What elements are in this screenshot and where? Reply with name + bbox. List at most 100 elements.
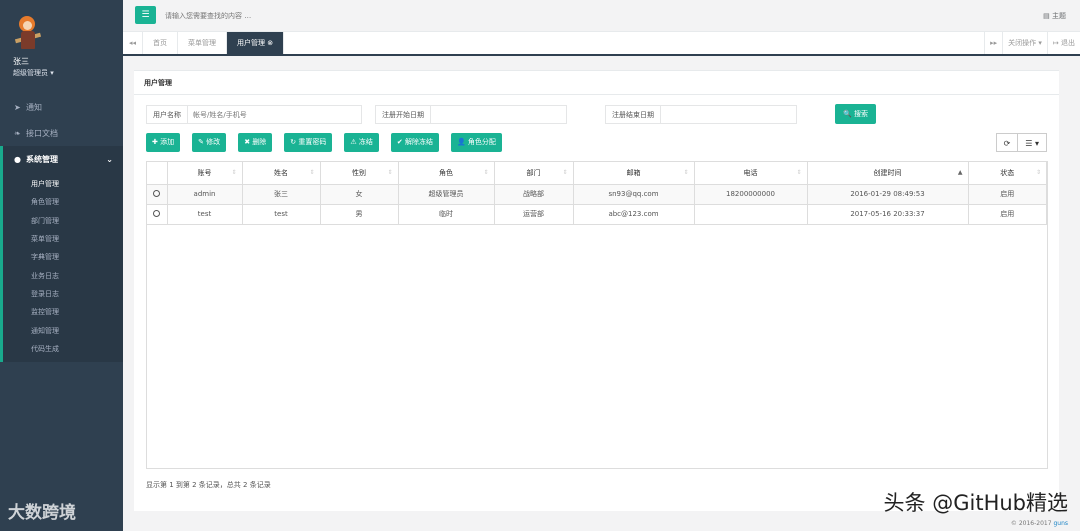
assign-role-button[interactable]: 👤 角色分配 <box>450 133 502 152</box>
pagination-info: 显示第 1 到第 2 条记录，总共 2 条记录 <box>146 481 271 489</box>
sidebar-subitem-user[interactable]: 用户管理 <box>3 175 123 193</box>
sidebar-subitem-login-log[interactable]: 登录日志 <box>3 285 123 303</box>
cell-name: 张三 <box>242 184 321 205</box>
cell-dept: 战略部 <box>494 184 574 205</box>
cell-status: 启用 <box>968 204 1047 225</box>
sort-icon: ⇕ <box>309 169 315 176</box>
watermark-left: 大数跨境 <box>8 503 76 523</box>
row-radio[interactable] <box>153 189 161 197</box>
refresh-icon[interactable]: ⟳ <box>995 133 1019 152</box>
cell-email: sn93@qq.com <box>573 184 695 205</box>
global-search-input[interactable] <box>165 8 465 24</box>
action-toolbar: ✚ 添加 ✎ 修改 ✖ 删除 ↻ 重置密码 ⚠ 冻结 ✔ 解除冻结 👤 角色分配 <box>146 133 514 152</box>
footer: © 2016-2017 guns <box>1011 520 1068 527</box>
username-input[interactable] <box>188 105 362 124</box>
menu-toggle-button[interactable]: ☰ <box>135 6 156 24</box>
cell-account: test <box>167 204 243 225</box>
sidebar-subitem-dict[interactable]: 字典管理 <box>3 248 123 266</box>
sidebar-item-notice[interactable]: ➤ 通知 <box>0 94 123 120</box>
cell-account: admin <box>167 184 243 205</box>
tabs-scroll-left-icon[interactable]: ◂◂ <box>123 32 143 54</box>
table-tools: ⟳ ☰ ▾ <box>995 133 1047 152</box>
cell-role: 临时 <box>398 204 495 225</box>
sort-icon: ⇕ <box>562 169 568 176</box>
sort-asc-icon: ▲ <box>957 169 963 176</box>
add-button[interactable]: ✚ 添加 <box>146 133 181 152</box>
panel-title: 用户管理 <box>134 71 1059 95</box>
top-bar: ☰ ▤ 主题 <box>123 0 1080 32</box>
avatar[interactable] <box>13 14 43 52</box>
sidebar-subitem-notice-mgmt[interactable]: 通知管理 <box>3 321 123 339</box>
select-column-header <box>147 162 168 185</box>
tabs-bar: ◂◂ 首页 菜单管理 用户管理 ⊗ ▸▸ 关闭操作 ▾ ↦ 退出 <box>123 32 1080 56</box>
sidebar-subitem-monitor[interactable]: 监控管理 <box>3 303 123 321</box>
table-row[interactable]: admin 张三 女 超级管理员 战略部 sn93@qq.com 1820000… <box>147 184 1047 205</box>
cell-created: 2016-01-29 08:49:53 <box>807 184 969 205</box>
column-header-gender[interactable]: 性别 ⇕ <box>320 162 399 185</box>
sidebar-subitem-codegen[interactable]: 代码生成 <box>3 340 123 358</box>
column-header-account[interactable]: 账号 ⇕ <box>167 162 243 185</box>
unfreeze-button[interactable]: ✔ 解除冻结 <box>390 133 439 152</box>
table-header-row: 账号 ⇕ 姓名 ⇕ 性别 ⇕ 角色 ⇕ 部门 ⇕ 邮箱 ⇕ 电话 ⇕ 创建时间 ▲ 状态 ⇕ <box>147 162 1047 185</box>
cell-name: test <box>242 204 321 225</box>
system-submenu: 用户管理 角色管理 部门管理 菜单管理 字典管理 业务日志 登录日志 监控管理 … <box>0 172 123 362</box>
leaf-icon: ❧ <box>14 128 21 138</box>
sidebar-item-api-docs[interactable]: ❧ 接口文档 <box>0 120 123 146</box>
freeze-button[interactable]: ⚠ 冻结 <box>344 133 379 152</box>
sidebar: 张三 超级管理员 ▾ ➤ 通知 ❧ 接口文档 ● 系统管理 ⌄ 用户管理 角色管理 部… <box>0 0 123 531</box>
sort-icon: ⇕ <box>796 169 802 176</box>
sidebar-subitem-dept[interactable]: 部门管理 <box>3 212 123 230</box>
column-header-status[interactable]: 状态 ⇕ <box>968 162 1047 185</box>
cell-phone <box>694 204 808 225</box>
column-header-name[interactable]: 姓名 ⇕ <box>242 162 321 185</box>
tab-menu-mgmt[interactable]: 菜单管理 <box>178 32 227 54</box>
cell-phone: 18200000000 <box>694 184 808 205</box>
copyright: © 2016-2017 <box>1010 520 1052 527</box>
start-date-input[interactable] <box>431 105 567 124</box>
filter-end-date-label: 注册结束日期 <box>605 105 661 124</box>
filter-username: 用户名称 <box>146 105 362 124</box>
cell-created: 2017-05-16 20:33:37 <box>807 204 969 225</box>
tab-home[interactable]: 首页 <box>143 32 178 54</box>
tabs-scroll-right-icon[interactable]: ▸▸ <box>984 32 1002 54</box>
cell-gender: 男 <box>320 204 399 225</box>
cell-gender: 女 <box>320 184 399 205</box>
user-icon: ● <box>14 154 21 164</box>
footer-link[interactable]: guns <box>1053 520 1068 527</box>
hamburger-icon: ☰ <box>141 10 150 20</box>
end-date-input[interactable] <box>661 105 797 124</box>
column-header-email[interactable]: 邮箱 ⇕ <box>573 162 695 185</box>
sidebar-subitem-menu[interactable]: 菜单管理 <box>3 230 123 248</box>
edit-button[interactable]: ✎ 修改 <box>192 133 227 152</box>
tab-user-mgmt[interactable]: 用户管理 ⊗ <box>227 32 285 54</box>
cell-role: 超级管理员 <box>398 184 495 205</box>
sort-icon: ⇕ <box>1035 169 1041 176</box>
user-profile: 张三 超级管理员 ▾ <box>0 0 123 87</box>
search-button[interactable]: 🔍 搜索 <box>835 104 876 124</box>
watermark-right: 头条 @GitHub精选 <box>883 491 1068 515</box>
logout-button[interactable]: ↦ 退出 <box>1046 32 1080 54</box>
sidebar-item-system[interactable]: ● 系统管理 ⌄ <box>0 146 123 172</box>
column-header-dept[interactable]: 部门 ⇕ <box>494 162 574 185</box>
column-header-phone[interactable]: 电话 ⇕ <box>694 162 808 185</box>
tab-list: 首页 菜单管理 用户管理 ⊗ <box>143 32 285 54</box>
cell-dept: 运营部 <box>494 204 574 225</box>
theme-button[interactable]: ▤ 主题 <box>1043 11 1066 21</box>
user-management-panel: 用户管理 用户名称 注册开始日期 注册结束日期 🔍 搜索 ✚ 添加 ✎ 修改 ✖… <box>134 70 1059 511</box>
sort-icon: ⇕ <box>483 169 489 176</box>
paper-plane-icon: ➤ <box>14 102 21 112</box>
sidebar-subitem-biz-log[interactable]: 业务日志 <box>3 266 123 284</box>
close-tabs-dropdown[interactable]: 关闭操作 ▾ <box>1002 32 1047 54</box>
cell-email: abc@123.com <box>573 204 695 225</box>
reset-password-button[interactable]: ↻ 重置密码 <box>284 133 333 152</box>
delete-button[interactable]: ✖ 删除 <box>238 133 273 152</box>
column-header-role[interactable]: 角色 ⇕ <box>398 162 495 185</box>
column-header-created[interactable]: 创建时间 ▲ <box>807 162 969 185</box>
columns-toggle-icon[interactable]: ☰ ▾ <box>1018 133 1047 152</box>
sort-icon: ⇕ <box>387 169 393 176</box>
sort-icon: ⇕ <box>231 169 237 176</box>
table-row[interactable]: test test 男 临时 运营部 abc@123.com 2017-05-1… <box>147 204 1047 225</box>
sidebar-subitem-role[interactable]: 角色管理 <box>3 193 123 211</box>
user-role-dropdown[interactable]: 超级管理员 ▾ <box>13 68 123 78</box>
row-radio[interactable] <box>153 209 161 217</box>
